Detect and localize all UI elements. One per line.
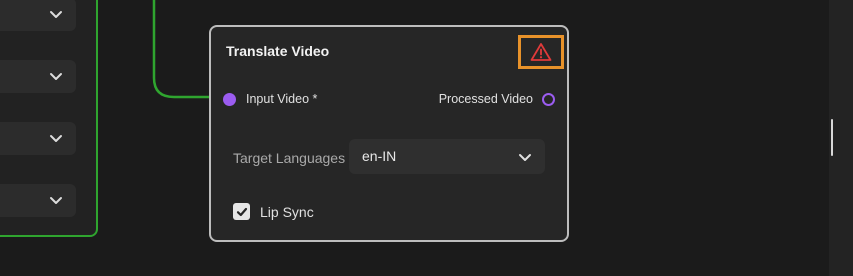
target-languages-select[interactable]: en-IN [349, 139, 545, 174]
warning-triangle-icon [530, 43, 552, 61]
node-title: Translate Video [226, 43, 330, 59]
translate-video-node[interactable]: Translate Video Input Video * Processed … [209, 25, 569, 242]
warning-button[interactable] [518, 35, 564, 69]
input-port[interactable]: Input Video * [223, 90, 317, 108]
scrollbar-thumb[interactable] [831, 119, 833, 156]
target-languages-value: en-IN [362, 148, 397, 164]
chevron-down-icon [519, 154, 531, 161]
output-port-label: Processed Video [438, 92, 533, 106]
checkmark-icon [236, 207, 247, 216]
lip-sync-row[interactable]: Lip Sync [233, 203, 314, 220]
input-port-label: Input Video * [246, 92, 318, 106]
output-port-dot[interactable] [542, 92, 555, 106]
output-port[interactable]: Processed Video [439, 90, 555, 108]
lip-sync-label: Lip Sync [260, 203, 314, 220]
target-languages-label: Target Languages [233, 150, 346, 166]
lip-sync-checkbox[interactable] [233, 203, 250, 220]
input-port-dot[interactable] [223, 92, 236, 106]
